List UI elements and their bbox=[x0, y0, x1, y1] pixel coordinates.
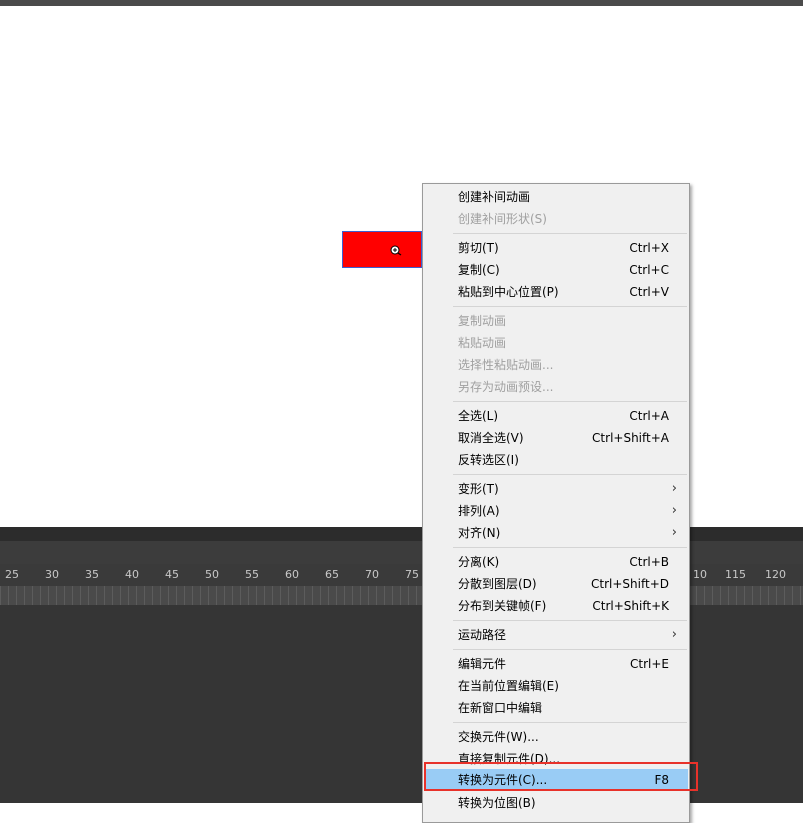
menu-separator bbox=[453, 306, 687, 307]
menu-item-select-all[interactable]: 全选(L) Ctrl+A bbox=[424, 405, 688, 427]
ruler-number: 75 bbox=[405, 568, 419, 581]
ruler-number: 70 bbox=[365, 568, 379, 581]
menu-item-cut[interactable]: 剪切(T) Ctrl+X bbox=[424, 237, 688, 259]
menu-separator bbox=[453, 722, 687, 723]
menu-item-break-apart[interactable]: 分离(K) Ctrl+B bbox=[424, 551, 688, 573]
menu-item-copy[interactable]: 复制(C) Ctrl+C bbox=[424, 259, 688, 281]
ruler-number: 40 bbox=[125, 568, 139, 581]
chevron-right-icon: › bbox=[671, 627, 677, 642]
menu-item-invert-selection[interactable]: 反转选区(I) bbox=[424, 449, 688, 471]
ruler-number: 30 bbox=[45, 568, 59, 581]
ruler-number: 45 bbox=[165, 568, 179, 581]
menu-separator bbox=[453, 474, 687, 475]
ruler-number: 35 bbox=[85, 568, 99, 581]
menu-separator bbox=[453, 401, 687, 402]
menu-item-paste-motion: 粘贴动画 bbox=[458, 336, 507, 350]
ruler-number: 115 bbox=[725, 568, 746, 581]
menu-separator bbox=[453, 620, 687, 621]
menu-separator bbox=[453, 233, 687, 234]
menu-item-motion-path[interactable]: 运动路径 › bbox=[424, 624, 688, 646]
ruler-number: 25 bbox=[5, 568, 19, 581]
menu-item-create-shape-tween: 创建补间形状(S) bbox=[458, 212, 547, 226]
menu-item-swap-symbol[interactable]: 交换元件(W)... bbox=[424, 726, 688, 748]
menu-item-convert-to-bitmap[interactable]: 转换为位图(B) bbox=[424, 792, 688, 814]
menu-item-create-motion-tween[interactable]: 创建补间动画 bbox=[424, 186, 688, 208]
ruler-number: 120 bbox=[765, 568, 786, 581]
menu-item-edit-in-place[interactable]: 在当前位置编辑(E) bbox=[424, 675, 688, 697]
menu-item-save-as-motion-preset: 另存为动画预设... bbox=[458, 380, 554, 394]
menu-item-copy-motion: 复制动画 bbox=[458, 314, 507, 328]
menu-item-edit-in-new-window[interactable]: 在新窗口中编辑 bbox=[424, 697, 688, 719]
menu-item-edit-symbol[interactable]: 编辑元件 Ctrl+E bbox=[424, 653, 688, 675]
ruler-number: 10 bbox=[693, 568, 707, 581]
menu-item-align[interactable]: 对齐(N) › bbox=[424, 522, 688, 544]
chevron-right-icon: › bbox=[671, 525, 677, 540]
menu-item-deselect-all[interactable]: 取消全选(V) Ctrl+Shift+A bbox=[424, 427, 688, 449]
ruler-number: 60 bbox=[285, 568, 299, 581]
chevron-right-icon: › bbox=[671, 481, 677, 496]
annotation-highlight-box bbox=[424, 762, 698, 791]
menu-separator bbox=[453, 547, 687, 548]
menu-item-arrange[interactable]: 排列(A) › bbox=[424, 500, 688, 522]
menu-item-paste-in-center[interactable]: 粘贴到中心位置(P) Ctrl+V bbox=[424, 281, 688, 303]
move-cursor-icon bbox=[390, 245, 402, 256]
menu-separator bbox=[453, 649, 687, 650]
menu-item-distribute-to-keyframes[interactable]: 分布到关键帧(F) Ctrl+Shift+K bbox=[424, 595, 688, 617]
ruler-number: 55 bbox=[245, 568, 259, 581]
chevron-right-icon: › bbox=[671, 503, 677, 518]
ruler-number: 65 bbox=[325, 568, 339, 581]
ruler-number: 50 bbox=[205, 568, 219, 581]
menu-item-distribute-to-layers[interactable]: 分散到图层(D) Ctrl+Shift+D bbox=[424, 573, 688, 595]
menu-item-paste-motion-special: 选择性粘贴动画... bbox=[458, 358, 554, 372]
menu-item-transform[interactable]: 变形(T) › bbox=[424, 478, 688, 500]
context-menu: 创建补间动画 创建补间形状(S) 剪切(T) Ctrl+X 复制(C) Ctrl+C… bbox=[422, 183, 690, 823]
red-rectangle-shape[interactable] bbox=[342, 231, 422, 268]
